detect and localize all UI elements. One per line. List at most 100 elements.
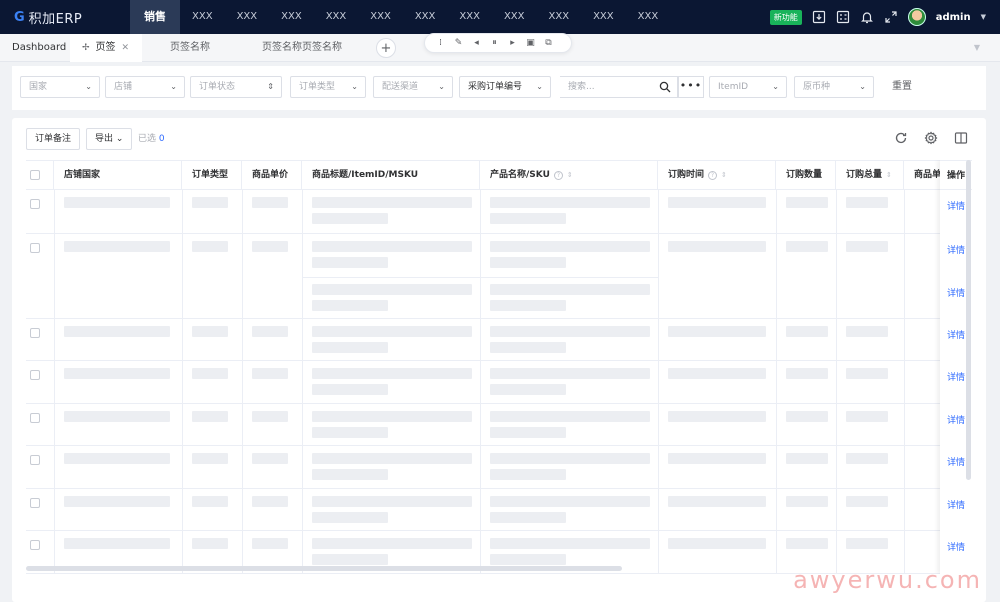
tab-page-name-long[interactable]: 页签名称页签名称 <box>262 34 342 62</box>
channel-select[interactable]: 配送渠道 ⌄ <box>373 76 453 98</box>
skeleton-cell <box>312 283 472 295</box>
nav-item[interactable]: XXX <box>447 0 492 34</box>
pin-icon[interactable]: ✢ <box>82 43 90 53</box>
order-type-select[interactable]: 订单类型 ⌄ <box>290 76 366 98</box>
select-all-checkbox[interactable] <box>30 170 40 180</box>
tab-active[interactable]: ✢ 页签 ✕ <box>70 34 142 62</box>
export-button[interactable]: 导出 ⌄ <box>86 128 133 150</box>
row-checkbox[interactable] <box>30 455 40 465</box>
nav-item[interactable]: XXX <box>358 0 403 34</box>
tab-dropdown-icon[interactable]: ▼ <box>974 43 980 52</box>
col-store-country[interactable]: 店铺国家 <box>54 161 182 190</box>
skeleton-cell <box>786 453 828 464</box>
nav-item[interactable]: XXX <box>403 0 448 34</box>
help-icon[interactable]: ? <box>553 171 563 180</box>
column-divider <box>776 319 777 360</box>
reset-button[interactable]: 重置 <box>892 76 912 98</box>
col-product[interactable]: 产品名称/SKU? ⇕ <box>480 161 658 190</box>
search-placeholder: 搜索... <box>568 82 595 92</box>
horizontal-scrollbar[interactable] <box>26 566 622 571</box>
itemid-select[interactable]: ItemID ⌄ <box>709 76 787 98</box>
row-checkbox[interactable] <box>30 199 40 209</box>
fullscreen-icon[interactable] <box>884 10 898 24</box>
country-select[interactable]: 国家 ⌄ <box>20 76 100 98</box>
order-status-select[interactable]: 订单状态 ⇕ <box>190 76 282 98</box>
chevron-down-icon[interactable]: ▼ <box>981 13 986 21</box>
col-unit-price[interactable]: 商品单价 <box>242 161 302 190</box>
row-checkbox[interactable] <box>30 328 40 338</box>
sort-icon[interactable]: ⇕ <box>721 171 727 179</box>
skeleton-cell <box>846 496 888 507</box>
skeleton-cell <box>192 411 228 422</box>
nav-item[interactable]: XXX <box>269 0 314 34</box>
row-checkbox[interactable] <box>30 498 40 508</box>
skeleton-cell <box>786 241 828 252</box>
more-options-button[interactable]: ••• <box>678 76 704 98</box>
nav-item[interactable]: XXX <box>581 0 626 34</box>
row-checkbox[interactable] <box>30 413 40 423</box>
nav-item-sales[interactable]: 销售 <box>130 0 180 34</box>
help-icon[interactable]: ? <box>708 171 718 180</box>
new-feature-badge[interactable]: 新功能 <box>769 9 802 25</box>
column-divider <box>302 319 303 360</box>
col-product-unit[interactable]: 商品单 <box>904 161 944 190</box>
row-checkbox[interactable] <box>30 243 40 253</box>
search-input[interactable]: 搜索... <box>560 76 678 98</box>
column-divider <box>182 319 183 360</box>
copy-icon[interactable]: ⧉ <box>543 38 554 49</box>
detail-link[interactable]: 详情 <box>940 540 972 553</box>
vertical-scrollbar[interactable] <box>966 160 971 480</box>
col-qty[interactable]: 订购数量 <box>776 161 836 190</box>
column-divider <box>54 361 55 403</box>
add-tab-button[interactable]: + <box>376 38 396 58</box>
nav-item[interactable]: XXX <box>314 0 359 34</box>
col-total[interactable]: 订购总量 ⇕ <box>836 161 904 190</box>
column-divider <box>182 190 183 233</box>
download-icon[interactable] <box>812 10 826 24</box>
row-checkbox[interactable] <box>30 540 40 550</box>
col-order-type[interactable]: 订单类型 <box>182 161 242 190</box>
table-row <box>26 190 972 234</box>
pause-icon[interactable]: ⏸ <box>489 38 500 49</box>
skeleton-cell <box>490 469 566 480</box>
nav-item[interactable]: XXX <box>180 0 225 34</box>
search-icon[interactable] <box>659 81 671 93</box>
bell-icon[interactable] <box>860 10 874 24</box>
store-select[interactable]: 店铺 ⌄ <box>105 76 185 98</box>
refresh-icon[interactable] <box>894 131 908 145</box>
prev-icon[interactable]: ◂ <box>471 38 482 49</box>
skeleton-cell <box>312 512 388 523</box>
save-icon[interactable]: ▣ <box>525 38 536 49</box>
order-note-button[interactable]: 订单备注 <box>26 128 81 150</box>
skeleton-cell <box>64 326 170 337</box>
close-icon[interactable]: ✕ <box>122 43 130 53</box>
column-divider <box>836 234 837 318</box>
store-select-label: 店铺 <box>114 82 133 92</box>
settings-icon[interactable] <box>924 131 938 145</box>
next-icon[interactable]: ▸ <box>507 38 518 49</box>
nav-item[interactable]: XXX <box>225 0 270 34</box>
currency-select[interactable]: 原币种 ⌄ <box>794 76 874 98</box>
col-title[interactable]: 商品标题/ItemID/MSKU <box>302 161 480 190</box>
nav-item[interactable]: XXX <box>492 0 537 34</box>
row-checkbox[interactable] <box>30 370 40 380</box>
edit-icon[interactable]: ✎ <box>453 38 464 49</box>
search-field-select[interactable]: 采购订单编号 ⌄ <box>459 76 551 98</box>
logo[interactable]: G 积加ERP <box>0 0 130 34</box>
column-divider <box>776 404 777 445</box>
nav-item[interactable]: XXX <box>626 0 671 34</box>
sort-icon[interactable]: ⇕ <box>567 171 573 179</box>
tab-dashboard[interactable]: Dashboard <box>0 34 70 62</box>
detail-link[interactable]: 详情 <box>940 498 972 511</box>
user-name[interactable]: admin <box>936 12 971 23</box>
sort-icon[interactable]: ⇕ <box>886 171 892 179</box>
drag-handle-icon[interactable]: ⁞ <box>435 38 446 49</box>
calculator-icon[interactable] <box>836 10 850 24</box>
skeleton-cell <box>252 241 288 252</box>
orders-panel: 订单备注 导出 ⌄ 已选 0 店铺国家 订单类型 商品单价 商品标题/ItemI… <box>12 118 986 602</box>
tab-page-name[interactable]: 页签名称 <box>170 34 210 62</box>
avatar[interactable] <box>907 8 926 26</box>
col-order-time[interactable]: 订购时间? ⇕ <box>658 161 776 190</box>
columns-icon[interactable] <box>954 131 968 145</box>
nav-item[interactable]: XXX <box>537 0 582 34</box>
